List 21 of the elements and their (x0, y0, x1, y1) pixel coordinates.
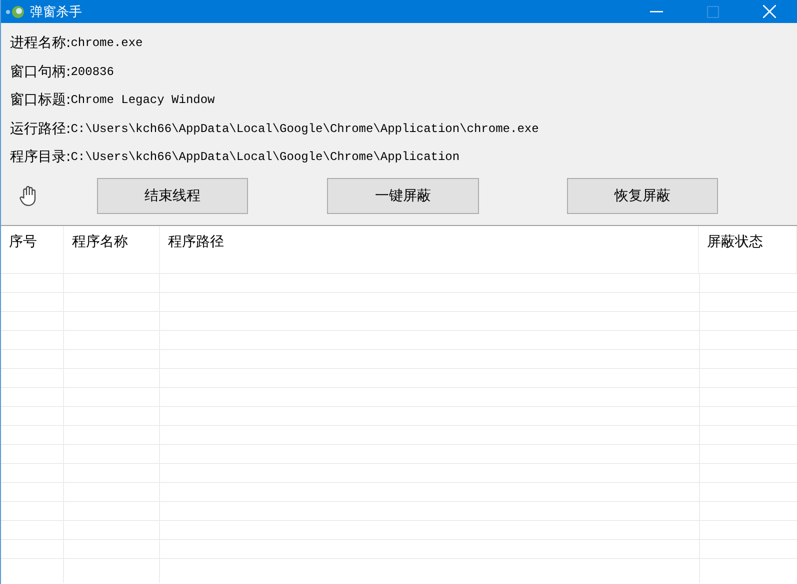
action-button[interactable]: 结束线程 (96, 178, 248, 214)
action-button[interactable]: 恢复屏蔽 (566, 178, 718, 214)
column-header[interactable]: 程序路径 (168, 234, 224, 250)
info-value: Chrome Legacy Window (70, 93, 215, 108)
app-icon (4, 4, 26, 18)
close-icon[interactable] (763, 5, 776, 18)
action-button[interactable]: 一键屏蔽 (327, 178, 479, 214)
info-label: 进程名称: (10, 34, 71, 52)
info-value: C:\Users\kch66\AppData\Local\Google\Chrome\Application (70, 150, 460, 164)
info-label: 运行路径: (10, 120, 71, 138)
column-header[interactable]: 程序名称 (72, 234, 128, 250)
info-label: 程序目录: (10, 148, 71, 166)
info-value: 200836 (70, 64, 114, 79)
info-value: C:\Users\kch66\AppData\Local\Google\Chrome\Application\chrome.exe (70, 122, 539, 136)
info-label: 窗口句柄: (10, 62, 71, 81)
info-label: 窗口标题: (10, 91, 71, 110)
window-title: 弹窗杀手 (30, 4, 82, 20)
minimize-icon[interactable] (650, 10, 663, 12)
column-header[interactable]: 屏蔽状态 (707, 234, 764, 250)
column-header[interactable]: 序号 (9, 234, 37, 250)
info-value: chrome.exe (70, 36, 143, 50)
